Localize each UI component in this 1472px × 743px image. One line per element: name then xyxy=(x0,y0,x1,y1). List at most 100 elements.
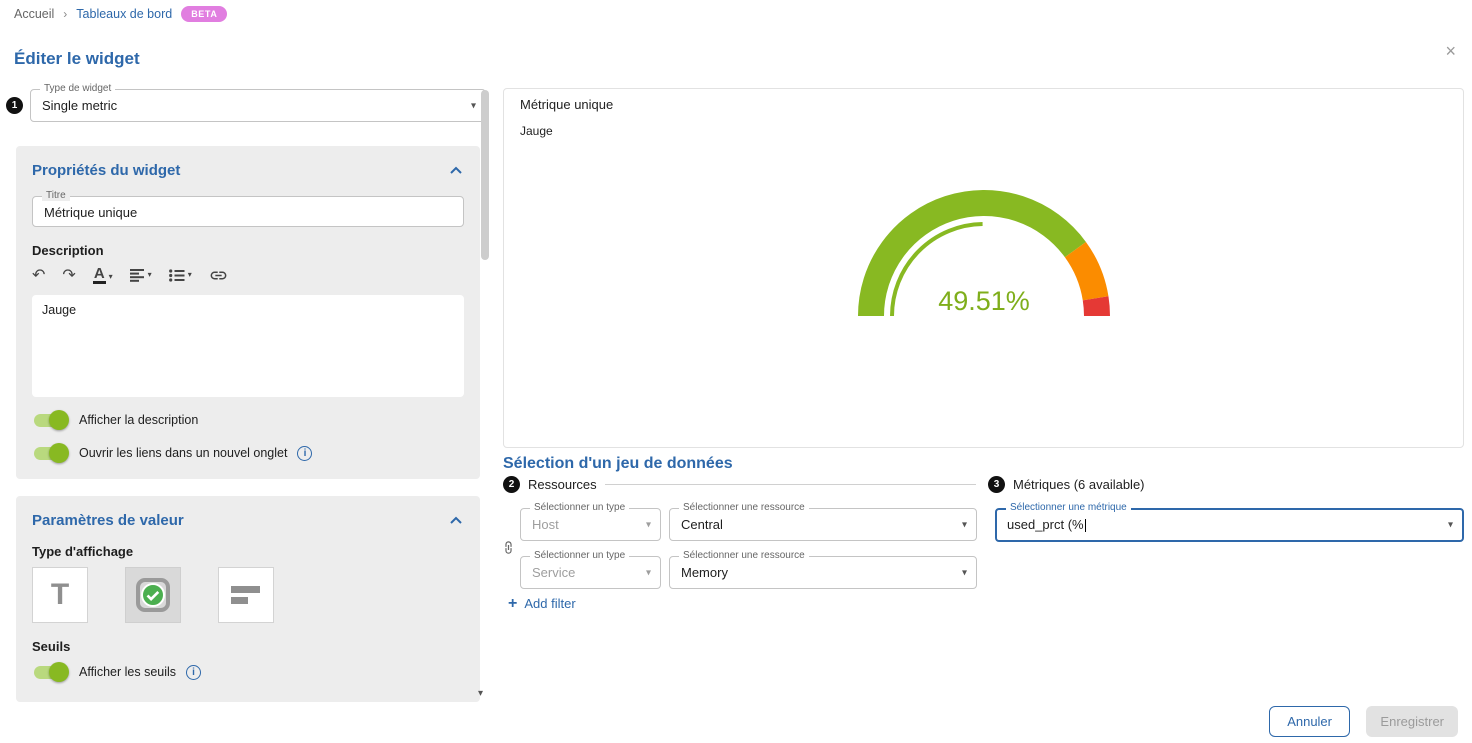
step-1-badge: 1 xyxy=(6,97,23,114)
page-title: Éditer le widget xyxy=(14,49,140,69)
chevron-down-icon: ▾ xyxy=(188,270,192,282)
show-thresholds-label: Afficher les seuils xyxy=(79,665,176,679)
widget-editor-page: Accueil › Tableaux de bord BETA × Éditer… xyxy=(0,0,1472,743)
scroll-down-icon[interactable]: ▾ xyxy=(478,688,483,699)
resource-type-select-2[interactable]: Sélectionner un type Service ▾ xyxy=(520,556,661,589)
list-button[interactable]: ▾ xyxy=(169,269,192,282)
metrics-group-header: 3 Métriques (6 available) xyxy=(988,476,1466,493)
chevron-down-icon: ▾ xyxy=(962,519,967,530)
chevron-down-icon: ▾ xyxy=(148,270,152,282)
breadcrumb-dashboards-link[interactable]: Tableaux de bord xyxy=(76,7,172,21)
metric-select-value: used_prct (% xyxy=(1007,517,1084,532)
resource-select-1-label: Sélectionner une ressource xyxy=(679,502,809,513)
show-thresholds-toggle[interactable] xyxy=(32,662,69,682)
resource-select-2[interactable]: Sélectionner une ressource Memory ▾ xyxy=(669,556,977,589)
metrics-label: Métriques (6 available) xyxy=(1013,477,1145,492)
chevron-down-icon: ▾ xyxy=(646,567,651,578)
plus-icon: + xyxy=(508,597,517,611)
preview-description: Jauge xyxy=(520,124,553,138)
chevron-down-icon: ▾ xyxy=(1448,520,1453,531)
text-cursor xyxy=(1085,519,1086,532)
display-type-text-option[interactable]: T xyxy=(32,567,88,623)
metric-select-input[interactable]: Sélectionner une métrique used_prct (% ▾ xyxy=(995,508,1464,542)
description-editor[interactable]: Jauge xyxy=(32,295,464,397)
preview-title: Métrique unique xyxy=(520,97,613,112)
display-type-options: T xyxy=(32,567,464,623)
chevron-down-icon: ▾ xyxy=(471,100,476,111)
widget-type-label: Type de widget xyxy=(40,83,115,94)
metric-select-label: Sélectionner une métrique xyxy=(1006,502,1131,513)
dataset-section-title: Sélection d'un jeu de données xyxy=(503,455,733,473)
collapse-value-settings-chevron-icon[interactable] xyxy=(448,509,464,531)
align-icon xyxy=(130,269,145,282)
resource-row: Sélectionner un type Service ▾ Sélection… xyxy=(520,556,977,589)
redo-button[interactable]: ↷ xyxy=(62,265,75,285)
left-panel-scrollbar[interactable] xyxy=(481,88,489,688)
collapse-properties-chevron-icon[interactable] xyxy=(448,159,464,181)
gauge-display-selected-icon xyxy=(132,574,174,616)
chevron-down-icon: ▾ xyxy=(109,272,113,284)
svg-text:49.51%: 49.51% xyxy=(938,286,1030,316)
resource-type-select-1-label: Sélectionner un type xyxy=(530,502,629,513)
chevron-down-icon: ▾ xyxy=(962,567,967,578)
text-color-button[interactable]: A ▾ xyxy=(93,266,113,284)
value-settings-panel: Paramètres de valeur Type d'affichage T … xyxy=(16,496,480,702)
breadcrumb-home-link[interactable]: Accueil xyxy=(14,7,54,21)
resource-select-1-value: Central xyxy=(670,509,976,539)
display-type-gauge-option-selected[interactable] xyxy=(125,567,181,623)
scrollbar-thumb[interactable] xyxy=(481,90,489,260)
align-button[interactable]: ▾ xyxy=(130,269,152,282)
list-icon xyxy=(169,269,185,282)
close-icon[interactable]: × xyxy=(1445,42,1456,60)
resource-select-1[interactable]: Sélectionner une ressource Central ▾ xyxy=(669,508,977,541)
add-filter-label: Add filter xyxy=(524,596,575,611)
info-icon[interactable]: i xyxy=(186,665,201,680)
link-icon xyxy=(209,266,228,285)
resource-type-select-1-value: Host xyxy=(521,509,660,539)
title-field-label: Titre xyxy=(42,190,70,201)
resources-label: Ressources xyxy=(528,477,597,492)
gauge-svg: 49.51% xyxy=(834,184,1134,332)
divider xyxy=(605,484,976,485)
chevron-down-icon: ▾ xyxy=(646,519,651,530)
text-color-letter: A xyxy=(93,266,106,284)
bar-display-icon xyxy=(230,583,262,607)
breadcrumb-separator-icon: › xyxy=(63,7,67,21)
step-2-badge: 2 xyxy=(503,476,520,493)
display-type-label: Type d'affichage xyxy=(32,544,464,559)
open-links-new-tab-label: Ouvrir les liens dans un nouvel onglet xyxy=(79,446,287,460)
show-description-toggle[interactable] xyxy=(32,410,69,430)
resource-type-select-1[interactable]: Sélectionner un type Host ▾ xyxy=(520,508,661,541)
widget-type-select[interactable]: Type de widget Single metric ▾ xyxy=(30,89,486,122)
title-field-value: Métrique unique xyxy=(33,197,463,227)
beta-badge: BETA xyxy=(181,6,227,22)
info-icon[interactable]: i xyxy=(297,446,312,461)
open-links-new-tab-toggle[interactable] xyxy=(32,443,69,463)
description-label: Description xyxy=(32,243,464,258)
text-display-icon: T xyxy=(51,578,69,612)
richtext-toolbar: ↶ ↷ A ▾ ▾ ▾ xyxy=(32,263,464,287)
resource-select-2-label: Sélectionner une ressource xyxy=(679,550,809,561)
widget-preview-card: Métrique unique Jauge 49.51% xyxy=(503,88,1464,448)
cancel-button[interactable]: Annuler xyxy=(1269,706,1350,737)
resource-type-select-2-value: Service xyxy=(521,557,660,587)
insert-link-button[interactable] xyxy=(209,266,228,285)
gauge-chart: 49.51% xyxy=(834,184,1134,337)
thresholds-label: Seuils xyxy=(32,639,464,654)
breadcrumb: Accueil › Tableaux de bord BETA xyxy=(14,6,227,22)
resource-type-select-2-label: Sélectionner un type xyxy=(530,550,629,561)
save-button[interactable]: Enregistrer xyxy=(1366,706,1458,737)
step-3-badge: 3 xyxy=(988,476,1005,493)
title-field[interactable]: Titre Métrique unique xyxy=(32,196,464,227)
undo-button[interactable]: ↶ xyxy=(32,265,45,285)
add-filter-button[interactable]: + Add filter xyxy=(508,596,576,611)
display-type-bar-option[interactable] xyxy=(218,567,274,623)
resources-group-header: 2 Ressources xyxy=(503,476,976,493)
widget-type-value: Single metric xyxy=(31,90,485,120)
value-settings-title: Paramètres de valeur xyxy=(32,512,184,529)
properties-panel-title: Propriétés du widget xyxy=(32,162,180,179)
resource-row: Sélectionner un type Host ▾ Sélectionner… xyxy=(520,508,977,541)
widget-properties-panel: Propriétés du widget Titre Métrique uniq… xyxy=(16,146,480,479)
resource-select-2-value: Memory xyxy=(670,557,976,587)
resource-link-chain-icon xyxy=(501,540,516,560)
